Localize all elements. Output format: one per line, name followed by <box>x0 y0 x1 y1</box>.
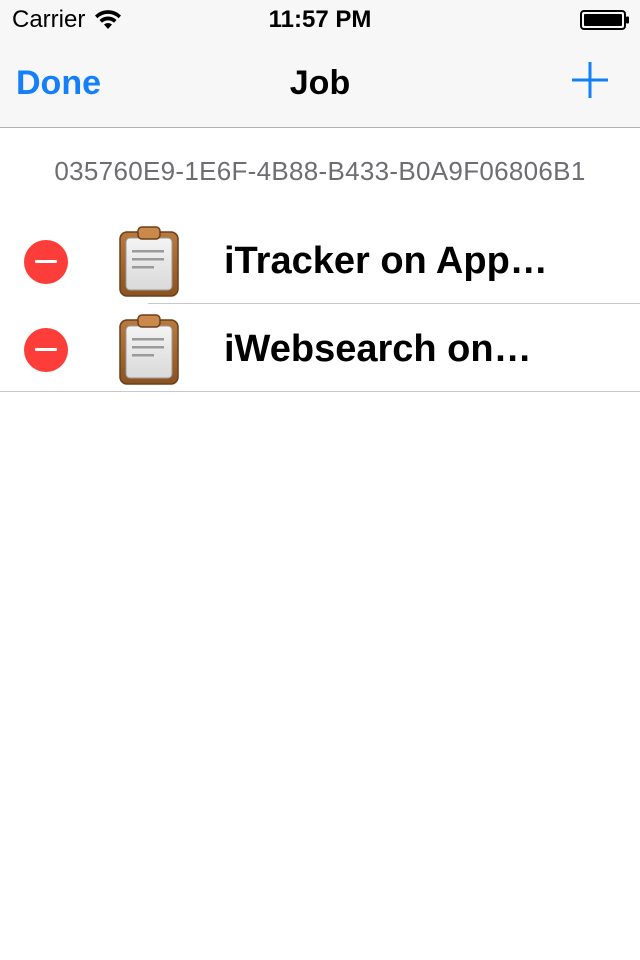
delete-button[interactable] <box>24 328 68 372</box>
job-row[interactable]: iTracker on App… <box>0 216 640 304</box>
status-bar: Carrier 11:57 PM <box>0 0 640 40</box>
clipboard-icon <box>119 226 179 297</box>
job-label: iTracker on App… <box>224 240 548 282</box>
job-list: iTracker on App… iWebsearch on… <box>0 216 640 392</box>
row-separator <box>0 391 640 392</box>
plus-icon[interactable] <box>570 60 610 100</box>
job-row[interactable]: iWebsearch on… <box>0 304 640 392</box>
minus-icon <box>35 348 57 351</box>
page-title: Job <box>289 64 351 102</box>
top-chrome: Carrier 11:57 PM Done Job <box>0 0 640 128</box>
battery-icon <box>580 10 629 30</box>
minus-icon <box>35 260 57 263</box>
screen: Carrier 11:57 PM Done Job 035760E9-1E6F-… <box>0 0 640 960</box>
navigation-bar: Done Job <box>0 40 640 128</box>
device-id-label: 035760E9-1E6F-4B88-B433-B0A9F06806B1 <box>54 156 586 186</box>
delete-button[interactable] <box>24 240 68 284</box>
status-time: 11:57 PM <box>268 6 372 33</box>
clipboard-icon <box>119 314 179 385</box>
job-label: iWebsearch on… <box>224 328 532 370</box>
